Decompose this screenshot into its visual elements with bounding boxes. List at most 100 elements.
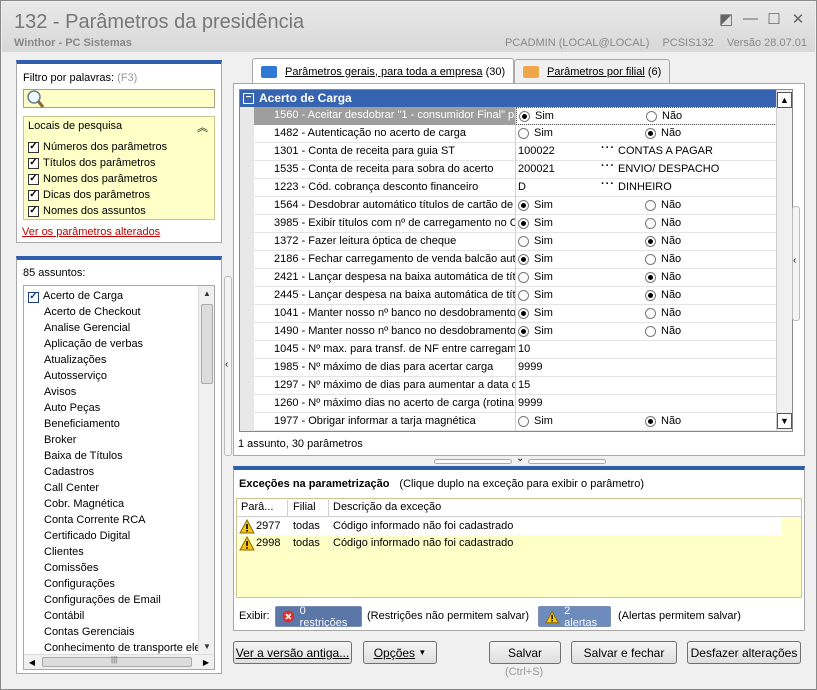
param-row[interactable]: 1560 - Aceitar desdobrar "1 - consumidor… (240, 107, 777, 125)
radio-icon[interactable] (518, 218, 529, 229)
option-sim[interactable]: Sim (518, 125, 553, 142)
radio-icon[interactable] (645, 218, 656, 229)
radio-icon[interactable] (518, 290, 529, 301)
option-sim[interactable]: Sim (518, 251, 553, 268)
param-row[interactable]: 1490 - Manter nosso nº banco no desdobra… (240, 323, 777, 341)
param-row[interactable]: 1297 - Nº máximo de dias para aumentar a… (240, 377, 777, 395)
subject-item[interactable]: Cobr. Magnética (24, 496, 200, 512)
param-row[interactable]: 1482 - Autenticação no acerto de carga Si… (240, 125, 777, 143)
subject-item[interactable]: Call Center (24, 480, 200, 496)
tab-branch-params[interactable]: Parâmetros por filial (6) (514, 59, 671, 83)
radio-icon[interactable] (518, 272, 529, 283)
param-row[interactable]: 1260 - Nº máximo dias no acerto de carga… (240, 395, 777, 413)
grid-vscroll[interactable]: ▲ ▼ (776, 90, 792, 431)
param-row[interactable]: 1041 - Manter nosso nº banco no desdobra… (240, 305, 777, 323)
radio-icon[interactable] (518, 128, 529, 139)
param-row[interactable]: 1564 - Desdobrar automático títulos de c… (240, 197, 777, 215)
search-location-option[interactable]: ✓ Números dos parâmetros (28, 139, 167, 155)
checkbox-icon[interactable]: ✓ (28, 291, 39, 303)
collapse-group-icon[interactable]: − (243, 93, 254, 104)
param-code[interactable]: D (518, 179, 526, 196)
subject-item[interactable]: ✓ Acerto de Carga (24, 288, 200, 304)
radio-icon[interactable] (645, 290, 656, 301)
option-sim[interactable]: Sim (519, 108, 554, 125)
changed-params-link[interactable]: Ver os parâmetros alterados (22, 226, 160, 238)
radio-icon[interactable] (518, 254, 529, 265)
scroll-left-icon[interactable]: ◀ (24, 655, 40, 669)
param-value[interactable]: Sim Não (516, 269, 777, 287)
radio-icon[interactable] (518, 308, 529, 319)
param-row[interactable]: 3985 - Exibir títulos com nº de carregam… (240, 215, 777, 233)
collapse-icon[interactable]: ︽ (197, 119, 208, 135)
option-nao[interactable]: Não (645, 125, 681, 142)
option-nao[interactable]: Não (645, 305, 681, 322)
scroll-up-icon[interactable]: ▲ (777, 92, 792, 108)
option-nao[interactable]: Não (645, 413, 681, 430)
save-close-button[interactable]: Salvar e fechar (571, 641, 677, 664)
checkbox-icon[interactable]: ✓ (28, 157, 39, 169)
param-value[interactable]: D ··· DINHEIRO (516, 178, 777, 197)
option-nao[interactable]: Não (645, 233, 681, 250)
option-nao[interactable]: Não (645, 197, 681, 214)
splitter-grip[interactable] (528, 459, 606, 464)
search-location-option[interactable]: ✓ Nomes dos assuntos (28, 203, 167, 219)
option-nao[interactable]: Não (646, 108, 682, 125)
param-code[interactable]: 200021 (518, 161, 555, 178)
subject-item[interactable]: Configurações de Email (24, 592, 200, 608)
subject-item[interactable]: Cadastros (24, 464, 200, 480)
option-nao[interactable]: Não (645, 215, 681, 232)
param-row[interactable]: 1301 - Conta de receita para guia ST 1000… (240, 142, 777, 161)
option-nao[interactable]: Não (645, 269, 681, 286)
radio-icon[interactable] (518, 416, 529, 427)
radio-icon[interactable] (518, 326, 529, 337)
subjects-hscroll[interactable]: ◀ ||| ▶ (24, 654, 214, 669)
param-value[interactable]: Sim Não (516, 305, 777, 323)
save-button[interactable]: Salvar (489, 641, 561, 664)
radio-icon[interactable] (645, 326, 656, 337)
subject-item[interactable]: Analise Gerencial (24, 320, 200, 336)
option-sim[interactable]: Sim (518, 413, 553, 430)
options-button[interactable]: Opções ▼ (363, 641, 437, 664)
right-splitter[interactable]: ‹ (792, 206, 800, 321)
checkbox-icon[interactable]: ✓ (28, 189, 39, 201)
search-input[interactable] (44, 91, 212, 106)
subject-item[interactable]: Certificado Digital (24, 528, 200, 544)
subject-item[interactable]: Comissões (24, 560, 200, 576)
search-location-option[interactable]: ✓ Nomes dos parâmetros (28, 171, 167, 187)
old-version-button[interactable]: Ver a versão antiga... (233, 641, 352, 664)
minimize-icon[interactable]: — (743, 10, 758, 28)
radio-icon[interactable] (645, 416, 656, 427)
radio-icon[interactable] (518, 200, 529, 211)
splitter-grip[interactable] (434, 459, 512, 464)
search-box[interactable] (23, 89, 215, 108)
param-value[interactable]: Sim Não (516, 125, 777, 143)
chevron-down-icon[interactable]: ⌄ (516, 453, 524, 464)
radio-icon[interactable] (645, 128, 656, 139)
param-value[interactable]: 100022 ··· CONTAS A PAGAR (516, 142, 777, 161)
subject-item[interactable]: Clientes (24, 544, 200, 560)
param-value[interactable]: Sim Não (516, 215, 777, 233)
scroll-down-icon[interactable]: ▼ (199, 639, 214, 655)
scroll-thumb[interactable]: ||| (42, 655, 192, 667)
col-param[interactable]: Parâ... (241, 501, 273, 513)
scroll-up-icon[interactable]: ▲ (199, 286, 214, 302)
radio-icon[interactable] (646, 111, 657, 122)
option-sim[interactable]: Sim (518, 287, 553, 304)
param-value[interactable]: 10 (516, 341, 777, 359)
subject-item[interactable]: Broker (24, 432, 200, 448)
bottom-splitter[interactable]: ⌄ (434, 453, 606, 465)
exception-row[interactable]: 2998 todas Código informado não foi cada… (237, 535, 782, 552)
param-value[interactable]: 200021 ··· ENVIO/ DESPACHO (516, 160, 777, 179)
option-sim[interactable]: Sim (518, 305, 553, 322)
option-sim[interactable]: Sim (518, 269, 553, 286)
subject-item[interactable]: Contábil (24, 608, 200, 624)
checkbox-icon[interactable]: ✓ (28, 205, 39, 217)
option-sim[interactable]: Sim (518, 233, 553, 250)
checkbox-icon[interactable]: ✓ (28, 141, 39, 153)
param-code[interactable]: 9999 (518, 359, 542, 376)
option-nao[interactable]: Não (645, 251, 681, 268)
col-description[interactable]: Descrição da exceção (333, 501, 441, 513)
param-value[interactable]: Sim Não (516, 287, 777, 305)
subject-item[interactable]: Conta Corrente RCA (24, 512, 200, 528)
restore-icon[interactable]: ◩ (719, 10, 733, 28)
